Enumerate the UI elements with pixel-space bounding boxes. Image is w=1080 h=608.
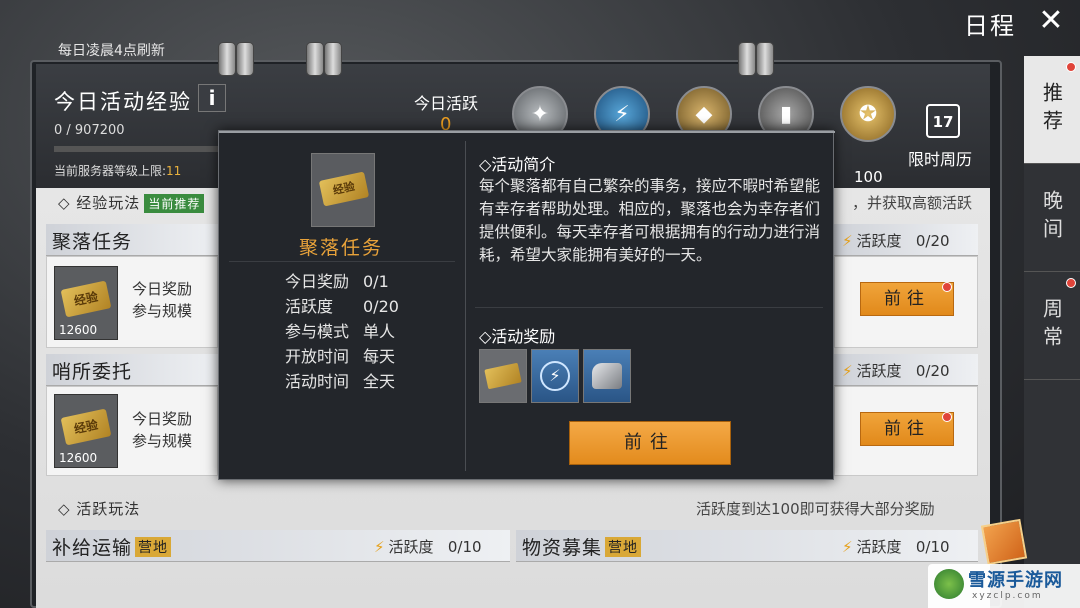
task-name: 补给运输 营地 [52, 533, 172, 560]
section-exp-note: ，并获取高额活跃 [852, 194, 973, 212]
task-header: 哨所委托 [46, 354, 218, 386]
popup-activity-name: 聚落任务 [299, 237, 384, 259]
exp-ticket-icon: 经验 12600 [54, 394, 118, 468]
task-activity: ⚡ 活跃度 0/10 [842, 538, 950, 556]
binder-ring [324, 42, 342, 76]
calendar-icon[interactable]: 17 [926, 104, 960, 138]
go-button[interactable]: 前往 [860, 412, 954, 446]
task-name: 物资募集 营地 [522, 533, 642, 560]
task-name: 聚落任务 [52, 231, 133, 253]
site-logo [934, 569, 964, 599]
task-header: 聚落任务 [46, 224, 218, 256]
task-activity: ⚡ 活跃度 0/20 [842, 232, 950, 250]
activity-label: 今日活跃 [414, 94, 479, 113]
armor-plate-reward-icon[interactable] [583, 349, 631, 403]
notification-dot [1066, 62, 1076, 72]
task-info: 今日奖励 参与规模 [132, 280, 193, 320]
server-level-cap: 当前服务器等级上限:11 [54, 164, 182, 178]
page-title: 日程 [964, 12, 1016, 40]
task-info: 今日奖励 参与规模 [132, 410, 193, 450]
go-button[interactable]: 前往 [860, 282, 954, 316]
gift-box-icon[interactable] [980, 518, 1028, 566]
exp-ticket-icon: 经验 [311, 153, 375, 227]
reward-heading: ◇活动奖励 [479, 327, 556, 346]
weekly-calendar-label[interactable]: 限时周历 [908, 146, 972, 170]
exp-ticket-reward-icon[interactable] [479, 349, 527, 403]
binder-ring [738, 42, 756, 76]
close-icon[interactable]: ✕ [1036, 6, 1066, 36]
binder-ring [236, 42, 254, 76]
task-header: ⚡ 活跃度 0/20 [834, 354, 978, 386]
section-exp-play: ◇ 经验玩法 当前推荐 [58, 192, 205, 213]
tab-weekly[interactable]: 周常 [1024, 272, 1080, 380]
popup-details: 今日奖励 0/1 活跃度 0/20 参与模式 单人 开放时间 每天 活动时间 全天 [285, 272, 399, 391]
binder-ring [218, 42, 236, 76]
site-watermark: 雪源手游网 xyzclp.com [928, 564, 1080, 608]
popup-border [219, 131, 835, 133]
task-header: ⚡ 活跃度 0/20 [834, 224, 978, 256]
info-button[interactable]: i [198, 84, 226, 112]
task-activity: ⚡ 活跃度 0/10 [374, 538, 482, 556]
energy-reward-icon[interactable]: ⚡ [531, 349, 579, 403]
section-active-play: ◇ 活跃玩法 [58, 500, 141, 518]
task-activity: ⚡ 活跃度 0/20 [842, 362, 950, 380]
exp-value: 0 / 907200 [54, 123, 125, 138]
notification-dot [942, 282, 952, 292]
activity-detail-popup: 经验 聚落任务 今日奖励 0/1 活跃度 0/20 参与模式 单人 开放时间 每天 活动… [218, 130, 835, 480]
milestone-reward-icon[interactable]: ✪ [840, 86, 896, 142]
binder-ring [756, 42, 774, 76]
task-header[interactable]: 补给运输 营地 ⚡ 活跃度 0/10 [46, 530, 510, 562]
notification-dot [942, 412, 952, 422]
section-active-note: 活跃度到达100即可获得大部分奖励 [696, 500, 935, 518]
task-name: 哨所委托 [52, 361, 133, 383]
tab-recommend[interactable]: 推荐 [1024, 56, 1080, 164]
notification-dot [1066, 278, 1076, 288]
popup-go-button[interactable]: 前往 [569, 421, 731, 465]
side-tabs: 推荐 晚间 周常 [1024, 56, 1080, 608]
intro-heading: ◇活动简介 [479, 155, 556, 174]
tab-evening[interactable]: 晚间 [1024, 164, 1080, 272]
milestone-label: 100 [854, 168, 883, 186]
popup-divider [465, 141, 466, 471]
popup-separator [229, 261, 455, 262]
popup-separator [475, 307, 823, 308]
exp-title: 今日活动经验 [54, 90, 192, 114]
binder-ring [306, 42, 324, 76]
task-header[interactable]: 物资募集 营地 ⚡ 活跃度 0/10 [516, 530, 978, 562]
exp-ticket-icon: 经验 12600 [54, 266, 118, 340]
intro-text: 每个聚落都有自己繁杂的事务，接应不暇时希望能有幸存者帮助处理。相应的，聚落也会为… [479, 177, 821, 264]
exp-progress-bar [54, 146, 224, 152]
refresh-note: 每日凌晨4点刷新 [58, 43, 165, 59]
